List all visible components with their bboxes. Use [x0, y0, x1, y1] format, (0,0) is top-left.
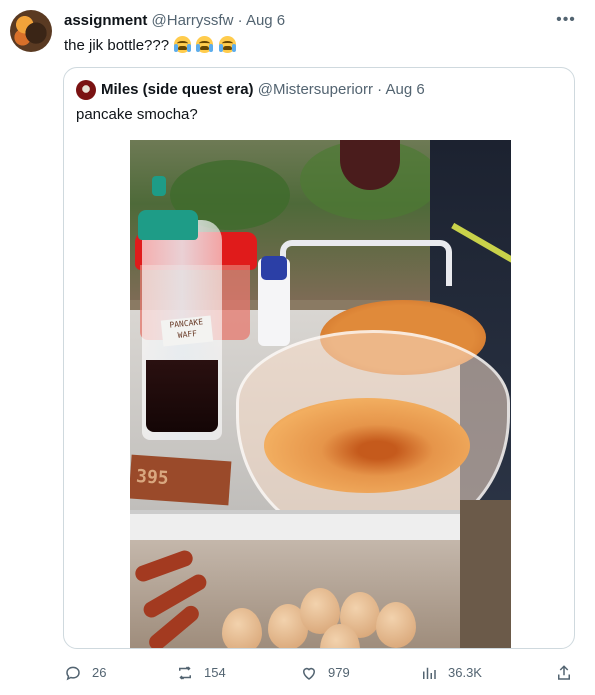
author-handle[interactable]: @Harryssfw — [152, 12, 234, 29]
loudly-crying-face-emoji — [174, 36, 192, 53]
header-separator: · — [237, 12, 243, 29]
photo-bottle-label: PANCAKE WAFF — [160, 315, 214, 347]
like-count: 979 — [328, 665, 350, 680]
tweet[interactable]: assignment @Harryssfw · Aug 6 ••• the ji… — [0, 0, 595, 695]
quoted-author-handle[interactable]: @Mistersuperiorr — [258, 81, 373, 98]
more-icon[interactable]: ••• — [556, 10, 576, 30]
tweet-date[interactable]: Aug 6 — [246, 12, 285, 29]
author-avatar[interactable] — [10, 10, 52, 52]
reply-button[interactable]: 26 — [64, 664, 106, 682]
photo-bottle-nozzle — [152, 176, 166, 196]
photo-syrup — [146, 360, 218, 432]
quoted-author-avatar[interactable] — [76, 80, 96, 100]
photo-price-tag: 395 — [130, 454, 232, 506]
photo-small-bottle-cap — [261, 256, 287, 280]
author-name[interactable]: assignment — [64, 12, 147, 29]
loudly-crying-face-emoji — [196, 36, 214, 53]
quoted-author-name[interactable]: Miles (side quest era) — [101, 81, 254, 98]
loudly-crying-face-emoji — [218, 36, 236, 53]
like-button[interactable]: 979 — [300, 664, 350, 682]
reply-count: 26 — [92, 665, 107, 680]
views-count: 36.3K — [448, 665, 482, 680]
share-button[interactable] — [555, 664, 583, 682]
quoted-tweet-text: pancake smocha? — [76, 106, 198, 123]
retweet-count: 154 — [204, 665, 226, 680]
tweet-text: the jik bottle??? — [64, 36, 236, 54]
tweet-header: assignment @Harryssfw · Aug 6 — [64, 12, 285, 29]
photo-ground — [460, 500, 511, 648]
retweet-button[interactable]: 154 — [176, 664, 226, 682]
photo-cart-rail — [280, 240, 452, 286]
reply-icon — [66, 666, 80, 681]
quoted-tweet-header: Miles (side quest era) @Mistersuperiorr … — [101, 81, 425, 98]
tweet-text-content: the jik bottle??? — [64, 37, 170, 54]
share-icon — [558, 665, 570, 680]
photo-egg — [376, 602, 416, 648]
tweet-photo[interactable]: PANCAKE WAFF 395 — [130, 140, 511, 648]
action-bar: 26 154 979 36.3K — [0, 656, 595, 690]
photo-bottle-cap — [138, 210, 198, 240]
photo-pancake-front — [264, 398, 470, 493]
retweet-icon — [179, 666, 191, 680]
views-button[interactable]: 36.3K — [420, 664, 482, 682]
quoted-tweet[interactable]: Miles (side quest era) @Mistersuperiorr … — [63, 67, 575, 649]
quoted-tweet-date[interactable]: Aug 6 — [386, 81, 425, 98]
quoted-header-separator: · — [377, 81, 383, 98]
photo-cart-shelf — [130, 510, 460, 544]
like-icon — [302, 667, 316, 680]
views-icon — [423, 667, 436, 679]
